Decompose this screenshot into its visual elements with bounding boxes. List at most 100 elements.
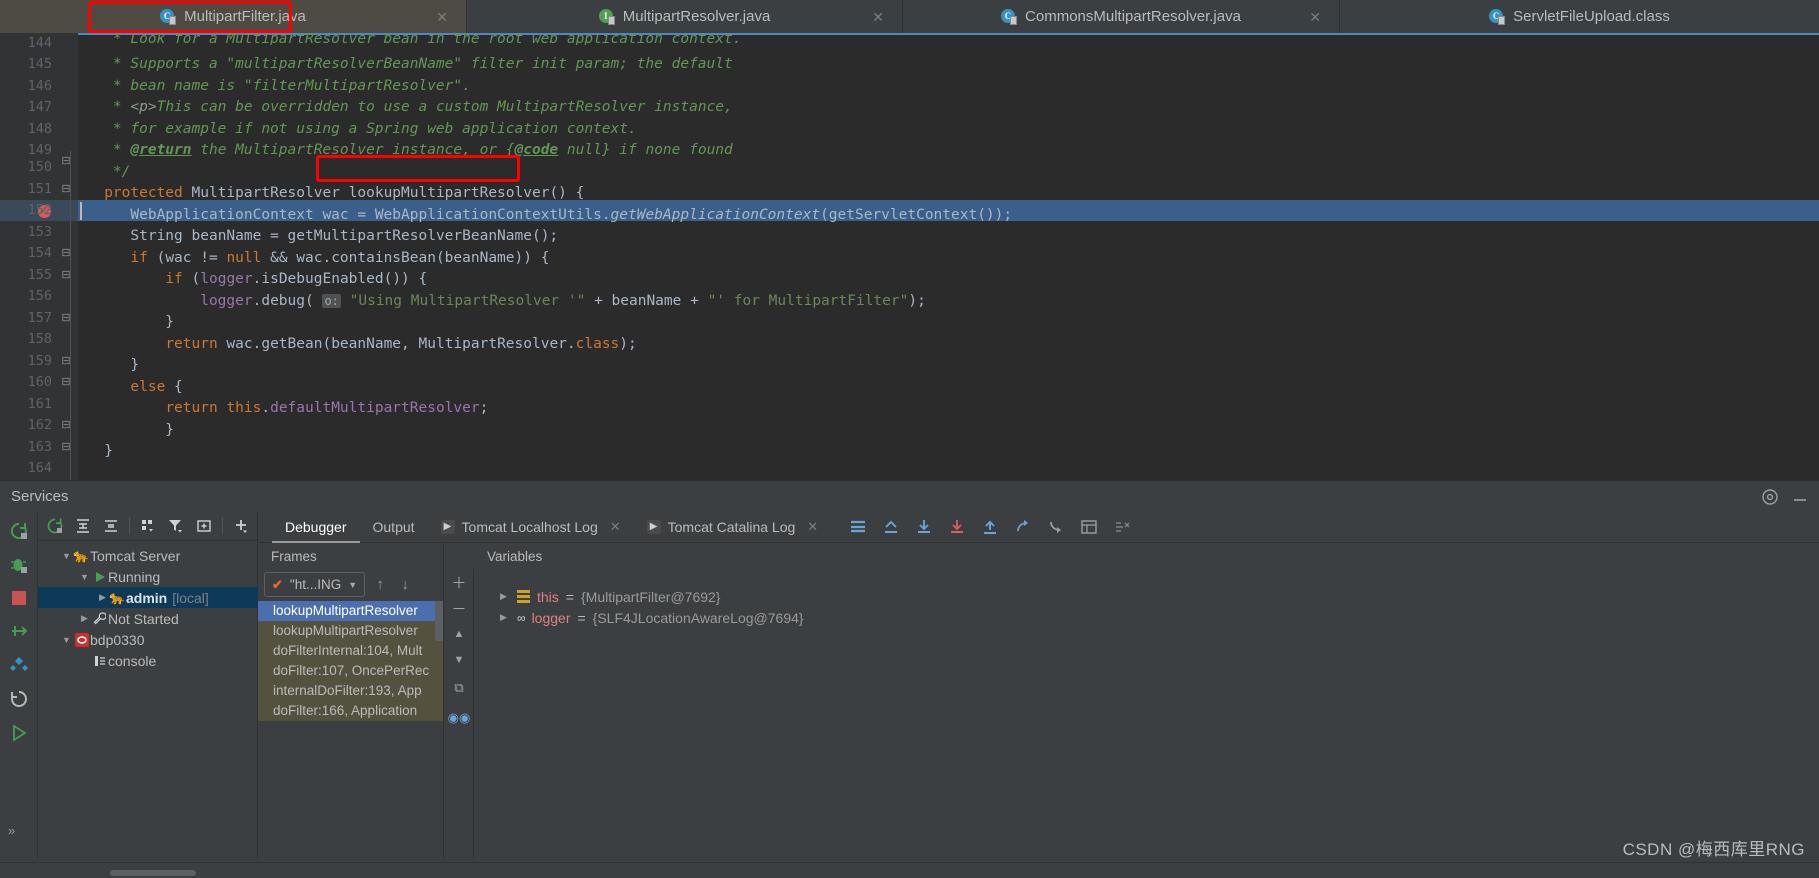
editor-tab-commonsmultipartresolver[interactable]: C CommonsMultipartResolver.java ✕ xyxy=(903,0,1340,33)
chevron-down-icon[interactable]: ▼ xyxy=(60,551,73,561)
tab-label: Debugger xyxy=(285,518,347,535)
chevron-right-icon[interactable]: ▶ xyxy=(78,613,91,624)
tree-node-console[interactable]: ▶ console xyxy=(38,650,258,671)
code-editor[interactable]: 144 145 146 147 148 149 150 151 152 153 … xyxy=(0,33,1819,480)
variables-tree[interactable]: ▶ this = {MultipartFilter@7692} ▶ ∞ logg… xyxy=(474,569,1819,858)
fold-marker-icon[interactable]: ⊟ xyxy=(60,415,72,436)
tree-node-tomcat-server[interactable]: ▼ 🐆 Tomcat Server xyxy=(38,545,258,566)
watches-toggle-button[interactable]: ◉◉ xyxy=(448,707,471,729)
expand-all-icon[interactable] xyxy=(70,514,96,538)
collapse-all-icon[interactable] xyxy=(98,514,124,538)
mute-breakpoints-icon[interactable] xyxy=(1113,518,1131,536)
chevron-down-icon[interactable]: ▼ xyxy=(78,572,91,582)
remove-watch-button[interactable]: － xyxy=(448,597,470,619)
rerun-service-icon[interactable] xyxy=(7,519,31,543)
frames-scrollbar[interactable] xyxy=(435,601,443,641)
fold-marker-icon[interactable]: ⊟ xyxy=(60,308,72,329)
tree-node-admin-local[interactable]: ▶ 🐆 admin [local] xyxy=(38,587,258,608)
rerun-icon[interactable] xyxy=(42,514,68,538)
console-view-icon[interactable] xyxy=(849,518,867,536)
tab-debugger[interactable]: Debugger xyxy=(272,511,360,543)
tomcat-running-icon: 🐆 xyxy=(109,589,126,605)
evaluate-expression-icon[interactable] xyxy=(1080,518,1098,536)
frame-list-item[interactable]: doFilter:107, OncePerRec xyxy=(258,661,443,681)
help-icon[interactable] xyxy=(1761,488,1779,506)
services-tree-pane: ▼ 🐆 Tomcat Server ▼ Running ▶ 🐆 admin [l… xyxy=(38,511,258,858)
ide-window: C MultipartFilter.java ✕ I MultipartReso… xyxy=(0,0,1819,878)
add-icon[interactable] xyxy=(228,514,254,538)
move-up-button[interactable]: ▲ xyxy=(448,623,470,645)
frame-down-button[interactable]: ↓ xyxy=(395,576,415,593)
thread-selector[interactable]: ✔ "ht...ING ▼ xyxy=(264,572,366,597)
copy-value-button[interactable]: ⧉ xyxy=(448,677,470,699)
equals-sign: = xyxy=(565,588,574,605)
minimize-icon[interactable] xyxy=(1791,488,1809,506)
group-by-icon[interactable] xyxy=(135,514,161,538)
deploy-settings-icon[interactable] xyxy=(7,653,31,677)
stop-red-icon xyxy=(73,632,90,647)
editor-tab-servletfileupload[interactable]: C ServletFileUpload.class xyxy=(1340,0,1819,33)
fold-marker-icon[interactable]: ⊟ xyxy=(60,151,72,172)
tree-node-running[interactable]: ▼ Running xyxy=(38,566,258,587)
chevron-right-icon[interactable]: ▶ xyxy=(500,612,510,623)
code-line-157: } xyxy=(78,314,175,330)
fold-marker-icon[interactable]: ⊟ xyxy=(60,437,72,458)
close-icon[interactable]: ✕ xyxy=(1309,10,1321,24)
tab-tomcat-localhost-log[interactable]: ▶ Tomcat Localhost Log ✕ xyxy=(428,511,634,543)
more-options-icon[interactable]: » xyxy=(8,823,15,838)
tree-node-not-started[interactable]: ▶ Not Started xyxy=(38,608,258,629)
frame-list-item[interactable]: doFilter:166, Application xyxy=(258,701,443,721)
step-over-service-icon[interactable] xyxy=(7,619,31,643)
tab-tomcat-catalina-log[interactable]: ▶ Tomcat Catalina Log ✕ xyxy=(634,511,832,543)
frame-up-button[interactable]: ↑ xyxy=(370,576,390,593)
add-watch-button[interactable]: ＋ xyxy=(448,571,470,593)
restart-icon[interactable] xyxy=(7,687,31,711)
fold-marker-icon[interactable]: ⊟ xyxy=(60,351,72,372)
step-out-icon[interactable] xyxy=(1014,518,1032,536)
resume-icon[interactable] xyxy=(7,721,31,745)
code-line-145: * Supports a "multipartResolverBeanName"… xyxy=(78,56,733,72)
fold-marker-icon[interactable]: ⊟ xyxy=(60,265,72,286)
variables-title: Variables xyxy=(487,548,543,564)
horizontal-scrollbar[interactable] xyxy=(110,870,196,876)
step-over-icon[interactable] xyxy=(915,518,933,536)
frame-list-item[interactable]: lookupMultipartResolver xyxy=(258,621,443,641)
close-icon[interactable]: ✕ xyxy=(610,519,621,535)
add-frame-icon[interactable] xyxy=(191,514,217,538)
run-to-cursor-icon[interactable] xyxy=(1047,518,1065,536)
tree-node-bdp0330[interactable]: ▼ bdp0330 xyxy=(38,629,258,650)
close-icon[interactable]: ✕ xyxy=(872,10,884,24)
line-number: 164 xyxy=(27,460,52,476)
close-icon[interactable]: ✕ xyxy=(807,519,818,535)
fold-marker-icon[interactable]: ⊟ xyxy=(60,372,72,393)
editor-tab-multipartresolver[interactable]: I MultipartResolver.java ✕ xyxy=(467,0,903,33)
close-icon[interactable]: ✕ xyxy=(436,10,448,24)
frame-list-item[interactable]: doFilterInternal:104, Mult xyxy=(258,641,443,661)
chevron-down-icon[interactable]: ▼ xyxy=(348,580,357,590)
thread-name: "ht...ING xyxy=(289,577,342,592)
line-number: 161 xyxy=(27,396,52,412)
toolbar-divider xyxy=(129,516,130,535)
variable-row-this[interactable]: ▶ this = {MultipartFilter@7692} xyxy=(474,586,1819,607)
editor-tab-bar: C MultipartFilter.java ✕ I MultipartReso… xyxy=(0,0,1819,33)
fold-marker-icon[interactable]: ⊟ xyxy=(60,243,72,264)
step-into-icon[interactable] xyxy=(948,518,966,536)
stop-service-icon[interactable] xyxy=(7,586,31,610)
frame-list-item[interactable]: lookupMultipartResolver xyxy=(258,601,443,621)
variable-value: {MultipartFilter@7692} xyxy=(580,588,721,605)
chevron-right-icon[interactable]: ▶ xyxy=(96,592,109,603)
variable-row-logger[interactable]: ▶ ∞ logger = {SLF4JLocationAwareLog@7694… xyxy=(474,607,1819,628)
editor-tab-multipartfilter[interactable]: C MultipartFilter.java ✕ xyxy=(0,0,467,33)
force-step-into-icon[interactable] xyxy=(981,518,999,536)
fold-marker-icon[interactable]: ⊟ xyxy=(60,179,72,200)
tab-output[interactable]: Output xyxy=(360,511,428,543)
move-down-button[interactable]: ▼ xyxy=(448,649,470,671)
step-out-up-icon[interactable] xyxy=(882,518,900,536)
code-text-area[interactable]: * Look for a MultipartResolver bean in t… xyxy=(78,33,1819,480)
filter-icon[interactable] xyxy=(163,514,189,538)
debug-service-icon[interactable] xyxy=(7,553,31,577)
frame-list[interactable]: lookupMultipartResolver lookupMultipartR… xyxy=(258,601,443,858)
chevron-right-icon[interactable]: ▶ xyxy=(500,591,510,602)
frame-list-item[interactable]: internalDoFilter:193, App xyxy=(258,681,443,701)
chevron-down-icon[interactable]: ▼ xyxy=(60,635,73,645)
